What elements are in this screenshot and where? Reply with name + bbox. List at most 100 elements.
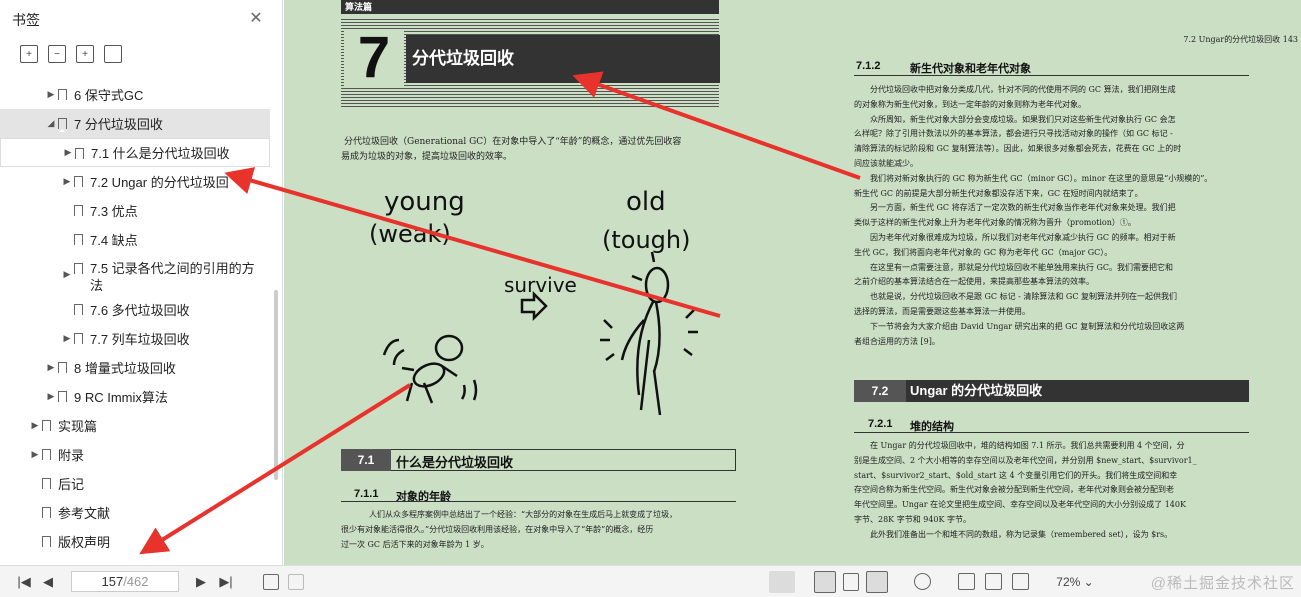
intro-line-2: 易成为垃圾的对象，提高垃圾回收的效率。 (341, 152, 513, 162)
single-page-icon[interactable] (814, 571, 836, 593)
bookmark-label: 7.4 缺点 (90, 233, 138, 248)
part-label: 算法篇 (341, 0, 719, 14)
running-head: 7.2 Ungar的分代垃圾回收 143 (1183, 35, 1298, 44)
bookmark-item[interactable]: 7.4 缺点 (0, 225, 270, 254)
expand-arrow-icon[interactable]: ▶ (30, 420, 40, 431)
sketch-young-text: young (384, 187, 465, 217)
body-line: 之前介绍的基本算法结合在一起使用，来提高那些基本算法的效率。 (854, 277, 1094, 287)
close-icon[interactable]: ✕ (248, 11, 264, 27)
read-mode-icon[interactable] (769, 571, 795, 593)
subsection-rule (341, 501, 736, 502)
collapse-all-icon[interactable]: − (48, 45, 66, 63)
body-line: 者组合运用的方法 [9]。 (854, 336, 940, 346)
bookmark-icon (58, 89, 67, 103)
section-72-number: 7.2 (854, 380, 906, 402)
page-number-input[interactable]: 157/462 (71, 571, 179, 592)
bookmark-icon (74, 304, 83, 318)
expand-all-icon[interactable]: + (20, 45, 38, 63)
para-line-1: 人们从众多程序案例中总结出了一个经验：“大部分的对象在生成后马上就变成了垃圾， (369, 510, 678, 519)
panel-title: 书签 (12, 12, 40, 28)
expand-arrow-icon[interactable]: ▶ (46, 89, 56, 100)
fit-page-icon[interactable] (985, 573, 1002, 590)
bookmark-label: 7.6 多代垃圾回收 (90, 303, 190, 318)
bookmark-item[interactable]: 后记 (0, 469, 270, 498)
chapter-title: 分代垃圾回收 (406, 35, 720, 83)
actual-size-icon[interactable] (958, 573, 975, 590)
continuous-page-icon[interactable] (843, 573, 859, 591)
bookmark-item[interactable]: ▶ 7.2 Ungar 的分代垃圾回 (0, 167, 270, 196)
bookmark-icon (58, 391, 67, 405)
sketch-old-text: old (626, 187, 666, 217)
body-line: 新生代 GC 的前提是大部分新生代对象都没存活下来，GC 在短时间内就结束了。 (854, 188, 1143, 198)
bookmark-icon (42, 478, 51, 492)
bookmark-item[interactable]: 参考文献 (0, 498, 270, 527)
bookmark-label: 7.1 什么是分代垃圾回收 (91, 146, 230, 161)
bookmark-item[interactable]: ▶ 8 增量式垃圾回收 (0, 353, 270, 382)
bookmark-label: 7.5 记录各代之间的引用的方 (90, 261, 255, 276)
body-line: 么样呢？除了引用计数法以外的基本算法，都会进行只寻找活动对象的操作（如 GC 标… (854, 129, 1173, 139)
bookmark-label: 7 分代垃圾回收 (74, 117, 163, 132)
expand-arrow-icon[interactable]: ▶ (62, 269, 72, 280)
bookmark-label: 7.2 Ungar 的分代垃圾回 (90, 175, 229, 190)
bookmark-item[interactable]: ▶ 7.5 记录各代之间的引用的方法 (0, 254, 270, 295)
bookmark-item[interactable]: ▶ 实现篇 (0, 411, 270, 440)
zoom-select[interactable]: 72% ⌄ (1050, 572, 1100, 592)
bookmark-toolbar: + − + (0, 40, 282, 68)
subsection-2-rule (854, 432, 1249, 433)
expand-arrow-icon[interactable]: ▶ (46, 391, 56, 402)
expand-arrow-icon[interactable]: ▶ (62, 176, 72, 187)
play-icon[interactable] (914, 573, 931, 590)
bookmark-item[interactable]: ▶ 9 RC Immix算法 (0, 382, 270, 411)
subsection-1-title: 新生代对象和老年代对象 (910, 63, 1031, 75)
bookmark-item[interactable]: ▶ 6 保守式GC (0, 80, 270, 109)
prev-page-icon[interactable]: ◀ (40, 572, 56, 592)
expand-arrow-icon[interactable]: ▶ (30, 449, 40, 460)
back-icon[interactable] (263, 574, 279, 590)
bookmark-label: 6 保守式GC (74, 88, 144, 103)
body-line: 别是生成空间、2 个大小相等的幸存空间以及老年代空间，并分别用 $new_sta… (854, 455, 1197, 465)
bookmark-item[interactable]: ▶ 7.7 列车垃圾回收 (0, 324, 270, 353)
add-bookmark-icon[interactable]: + (76, 45, 94, 63)
bookmark-icon[interactable] (104, 45, 122, 63)
young-old-sketch: young (weak) old (tough) survive (369, 187, 698, 416)
double-page-icon[interactable] (866, 571, 888, 593)
watermark: @稀土掘金技术社区 (1150, 575, 1295, 592)
bookmark-label: 参考文献 (58, 506, 111, 521)
next-page-icon[interactable]: ▶ (193, 572, 209, 592)
body-line: 另一方面，新生代 GC 将存活了一定次数的新生代对象当作老年代对象来处理。我们把 (870, 203, 1176, 213)
bookmark-label: 版权声明 (58, 535, 111, 550)
bookmark-panel: 书签 ✕ + − + ▶ 6 保守式GC ◢ 7 分代垃圾回收 ▶ 7.1 什么是分代垃圾… (0, 0, 283, 565)
bookmark-icon (58, 118, 67, 132)
sketch-tough-text: (tough) (602, 226, 690, 254)
sketch-survive-text: survive (504, 273, 577, 297)
bookmark-label: 7.3 优点 (90, 204, 138, 219)
fit-width-icon[interactable] (1012, 573, 1029, 590)
expand-arrow-icon[interactable]: ▶ (63, 147, 73, 158)
bookmark-item[interactable]: ▶ 7.1 什么是分代垃圾回收 (0, 138, 270, 167)
para-line-3: 过一次 GC 后活下来的对象年龄为 1 岁。 (341, 540, 489, 549)
body-line: 在 Ungar 的分代垃圾回收中，堆的结构如图 7.1 所示。我们总共需要利用 … (870, 441, 1185, 450)
bookmark-item[interactable]: ▶ 附录 (0, 440, 270, 469)
expand-arrow-icon[interactable]: ▶ (46, 362, 56, 373)
current-page: 157 (101, 574, 124, 589)
forward-icon[interactable] (288, 574, 304, 590)
bookmark-label-cont: 法 (90, 278, 104, 293)
bottom-toolbar: |◀ ◀ 157/462 ▶ ▶| 72% ⌄ @稀土掘金技术社区 (0, 565, 1301, 597)
bookmark-icon (42, 449, 51, 463)
body-line: 间应该就能减少。 (854, 159, 918, 168)
bookmark-icon (42, 536, 51, 550)
bookmark-item[interactable]: 7.6 多代垃圾回收 (0, 295, 270, 324)
bookmark-item[interactable]: ◢ 7 分代垃圾回收 (0, 109, 270, 138)
bookmark-tree: ▶ 6 保守式GC ◢ 7 分代垃圾回收 ▶ 7.1 什么是分代垃圾回收 ▶ 7.2 Unga… (0, 80, 270, 556)
body-line: 类似于这样的新生代对象上升为老年代对象的情况称为晋升（promotion）①。 (854, 218, 1136, 228)
sidebar-scrollbar[interactable] (274, 290, 278, 480)
bookmark-item[interactable]: 版权声明 (0, 527, 270, 556)
bookmark-icon (74, 205, 83, 219)
expand-arrow-icon[interactable]: ▶ (62, 333, 72, 344)
collapse-arrow-icon[interactable]: ◢ (46, 118, 56, 129)
last-page-icon[interactable]: ▶| (216, 572, 236, 592)
first-page-icon[interactable]: |◀ (14, 572, 34, 592)
body-line: 我们将对新对象执行的 GC 称为新生代 GC（minor GC）。minor 在… (870, 173, 1213, 183)
bookmark-item[interactable]: 7.3 优点 (0, 196, 270, 225)
bookmark-label: 实现篇 (58, 419, 98, 434)
